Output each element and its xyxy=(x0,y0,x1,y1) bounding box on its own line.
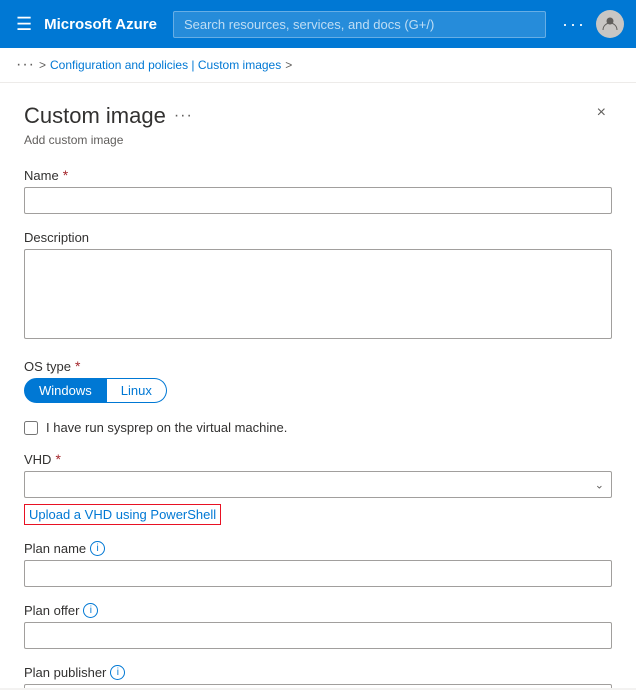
plan-offer-input[interactable] xyxy=(24,622,612,649)
os-required: * xyxy=(75,358,80,374)
os-type-field: OS type * Windows Linux xyxy=(24,358,612,403)
plan-publisher-field: Plan publisher i xyxy=(24,665,612,688)
vhd-required: * xyxy=(55,451,60,467)
breadcrumb-link[interactable]: Configuration and policies | Custom imag… xyxy=(50,58,281,72)
name-field: Name * xyxy=(24,167,612,214)
name-input[interactable] xyxy=(24,187,612,214)
os-linux-button[interactable]: Linux xyxy=(107,378,167,403)
panel-header: Custom image ··· × xyxy=(24,103,612,129)
page-title: Custom image xyxy=(24,103,166,129)
avatar[interactable] xyxy=(596,10,624,38)
topbar: ☰ Microsoft Azure ··· xyxy=(0,0,636,48)
os-toggle: Windows Linux xyxy=(24,378,612,403)
vhd-label: VHD * xyxy=(24,451,612,467)
azure-logo: Microsoft Azure xyxy=(44,16,157,33)
name-label: Name * xyxy=(24,167,612,183)
os-type-label: OS type * xyxy=(24,358,612,374)
breadcrumb-dots[interactable]: ··· xyxy=(16,56,35,74)
plan-offer-field: Plan offer i xyxy=(24,603,612,649)
os-windows-button[interactable]: Windows xyxy=(24,378,107,403)
sysprep-row: I have run sysprep on the virtual machin… xyxy=(24,419,612,435)
breadcrumb-sep2: > xyxy=(285,58,292,72)
description-input[interactable] xyxy=(24,249,612,339)
hamburger-icon[interactable]: ☰ xyxy=(12,10,36,39)
plan-name-info-icon[interactable]: i xyxy=(90,541,105,556)
main-panel: Custom image ··· × Add custom image Name… xyxy=(0,83,636,688)
plan-publisher-input[interactable] xyxy=(24,684,612,688)
vhd-field: VHD * ⌄ Upload a VHD using PowerShell xyxy=(24,451,612,525)
plan-publisher-label: Plan publisher i xyxy=(24,665,612,680)
panel-title-row: Custom image ··· xyxy=(24,103,193,129)
sysprep-label: I have run sysprep on the virtual machin… xyxy=(46,420,287,435)
plan-offer-info-icon[interactable]: i xyxy=(83,603,98,618)
plan-publisher-info-icon[interactable]: i xyxy=(110,665,125,680)
vhd-select[interactable] xyxy=(24,471,612,498)
topbar-right: ··· xyxy=(562,10,624,38)
panel-options-icon[interactable]: ··· xyxy=(174,107,193,125)
description-label: Description xyxy=(24,230,612,245)
breadcrumb-sep1: > xyxy=(39,58,46,72)
description-field: Description xyxy=(24,230,612,342)
plan-name-field: Plan name i xyxy=(24,541,612,587)
breadcrumb: ··· > Configuration and policies | Custo… xyxy=(0,48,636,83)
plan-name-input[interactable] xyxy=(24,560,612,587)
plan-offer-label: Plan offer i xyxy=(24,603,612,618)
sysprep-checkbox[interactable] xyxy=(24,421,38,435)
upload-vhd-link[interactable]: Upload a VHD using PowerShell xyxy=(24,504,221,525)
vhd-select-wrapper: ⌄ xyxy=(24,471,612,498)
search-input[interactable] xyxy=(173,11,546,38)
name-required: * xyxy=(63,167,68,183)
close-button[interactable]: × xyxy=(591,103,612,123)
topbar-more-icon[interactable]: ··· xyxy=(562,14,586,35)
plan-name-label: Plan name i xyxy=(24,541,612,556)
panel-subtitle: Add custom image xyxy=(24,133,612,147)
